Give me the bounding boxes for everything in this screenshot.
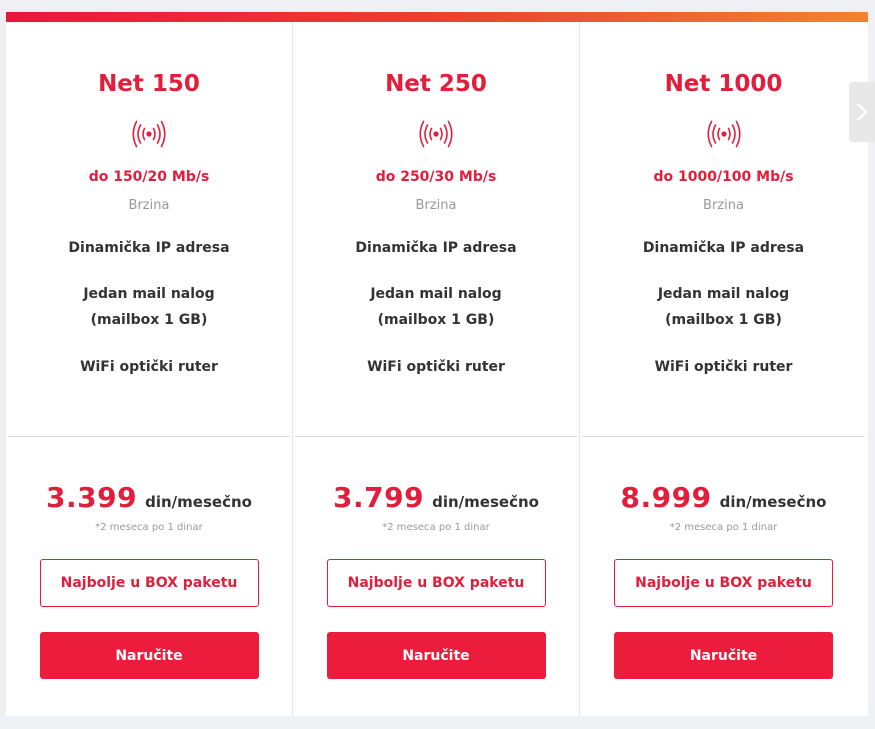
box-package-button[interactable]: Najbolje u BOX paketu [39,559,259,607]
price-note: *2 meseca po 1 dinar [382,522,490,533]
feature-mail: Jedan mail nalog (mailbox 1 GB) [370,286,502,328]
wifi-signal-icon [295,119,577,149]
feature-mail: Jedan mail nalog (mailbox 1 GB) [657,286,790,328]
feature-ip: Dinamička IP adresa [355,240,517,256]
speed-label: Brzina [415,198,457,213]
order-button[interactable]: Naručite [39,632,259,679]
order-button[interactable]: Naručite [326,632,546,679]
price-row: 8.999 din/mesečno [580,481,867,515]
top-accent-bar [6,12,868,22]
plan-name: Net 1000 [664,71,783,97]
price-note: *2 meseca po 1 dinar [669,522,778,533]
speed-label: Brzina [128,198,170,213]
plan-price: 3.799 [333,481,425,514]
plan-speed: do 150/20 Mb/s [88,169,210,185]
speed-label: Brzina [703,198,744,213]
wifi-signal-icon [582,119,865,149]
plan-price: 3.399 [46,481,138,514]
box-package-button[interactable]: Najbolje u BOX paketu [614,559,833,607]
price-row: 3.799 din/mesečno [293,481,579,515]
price-unit: din/mesečno [719,493,827,511]
plan-details: Net 150 do 150/20 Mb/s Brzina Dinamička … [8,22,290,437]
plan-card-net-250: Net 250 do 250/30 Mb/s Brzina Dinamička … [293,22,580,716]
plan-name: Net 150 [98,71,200,97]
order-button[interactable]: Naručite [614,632,833,679]
plan-details: Net 250 do 250/30 Mb/s Brzina Dinamička … [295,22,577,437]
box-package-button[interactable]: Najbolje u BOX paketu [326,559,546,607]
carousel-next-button[interactable] [849,82,875,142]
plan-details: Net 1000 do 1000/100 Mb/s Brzina Dinamič… [582,22,865,437]
plan-price: 8.999 [620,481,712,514]
feature-mail: Jedan mail nalog (mailbox 1 GB) [83,286,215,328]
chevron-right-icon [857,103,868,121]
feature-ip: Dinamička IP adresa [68,240,230,256]
pricing-plans: Net 150 do 150/20 Mb/s Brzina Dinamička … [6,22,868,716]
plan-card-net-150: Net 150 do 150/20 Mb/s Brzina Dinamička … [6,22,293,716]
wifi-signal-icon [8,119,290,149]
feature-router: WiFi optički ruter [654,359,793,375]
price-note: *2 meseca po 1 dinar [95,522,203,533]
plan-speed: do 1000/100 Mb/s [653,169,794,185]
plan-card-net-1000: Net 1000 do 1000/100 Mb/s Brzina Dinamič… [580,22,867,716]
plan-name: Net 250 [385,71,487,97]
feature-router: WiFi optički ruter [80,359,218,375]
feature-ip: Dinamička IP adresa [642,240,805,256]
price-unit: din/mesečno [145,493,252,511]
price-row: 3.399 din/mesečno [6,481,292,515]
feature-router: WiFi optički ruter [367,359,505,375]
price-unit: din/mesečno [432,493,539,511]
plan-speed: do 250/30 Mb/s [375,169,497,185]
